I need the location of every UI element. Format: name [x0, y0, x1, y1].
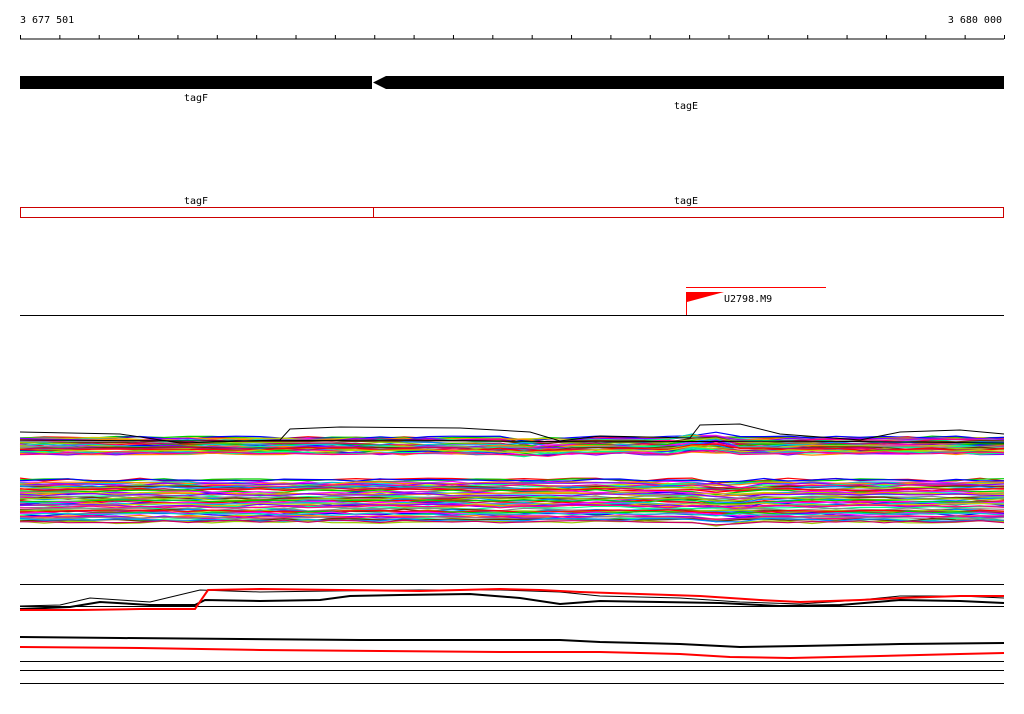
genome-browser-view: 3 677 501 3 680 000 tagF tagE tagF tagE … [19, 15, 1005, 684]
lower-profile-black-2 [19, 636, 1005, 649]
operon-label-tagE: tagE [674, 196, 698, 207]
coordinate-ruler: 3 677 501 3 680 000 [20, 15, 1005, 40]
operon-box-tagF[interactable] [20, 207, 374, 218]
ruler-end-label: 3 680 000 [948, 15, 1002, 26]
operon-label-tagF: tagF [184, 196, 208, 207]
promoter-track: U2798.M9 [20, 287, 1004, 316]
gene-track: tagF tagE [20, 76, 1004, 112]
operon-track: tagF tagE [20, 196, 1004, 218]
promoter-flag-icon[interactable] [687, 292, 724, 302]
expression-profiles-lower [19, 584, 1005, 684]
lower-profile-red-2 [19, 646, 1005, 660]
gene-label-tagE: tagE [674, 101, 698, 112]
ruler-ticks [20, 35, 1005, 39]
expression-profiles-middle [19, 477, 1005, 529]
ruler-start-label: 3 677 501 [20, 15, 74, 26]
promoter-label: U2798.M9 [724, 294, 772, 305]
gene-arrow-tagE[interactable] [373, 76, 1004, 89]
expression-profiles-upper [19, 423, 1005, 458]
operon-box-tagE[interactable] [373, 207, 1004, 218]
gene-label-tagF: tagF [184, 93, 208, 104]
gene-arrow-tagF[interactable] [20, 76, 372, 89]
